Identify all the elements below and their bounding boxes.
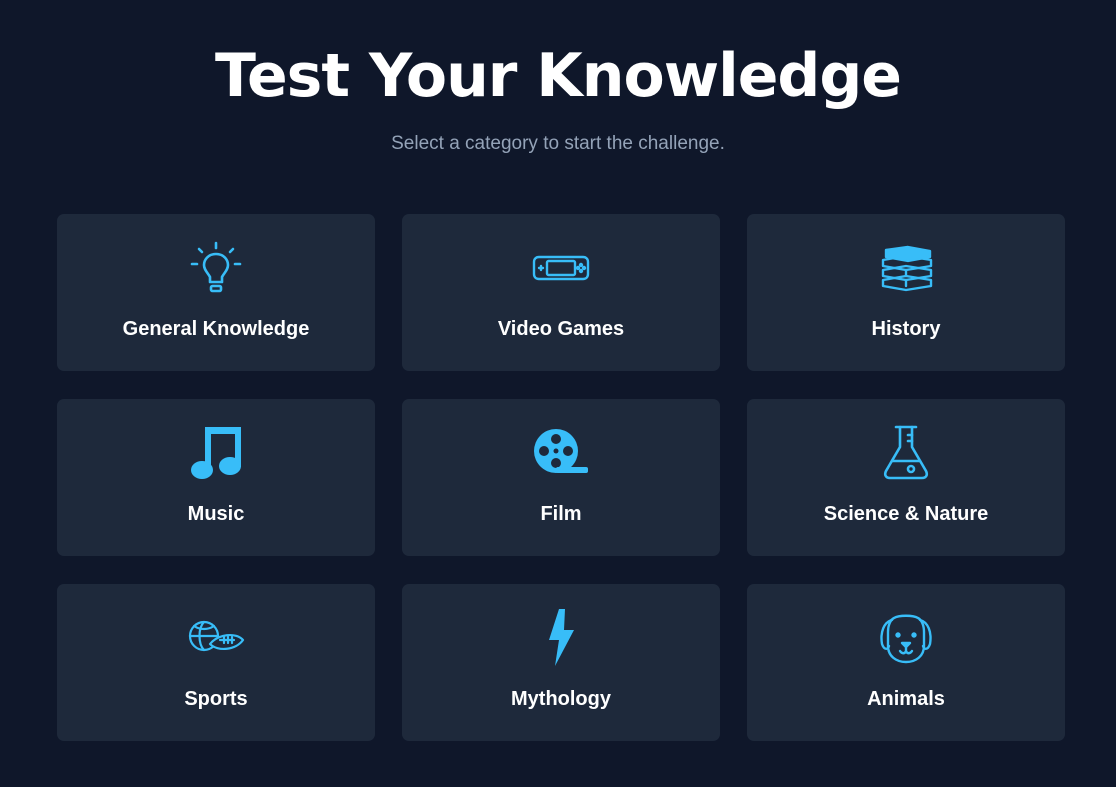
category-card-music[interactable]: Music bbox=[57, 399, 375, 556]
category-grid: General Knowledge Video Games History Mu… bbox=[57, 214, 1065, 741]
page-subtitle: Select a category to start the challenge… bbox=[391, 133, 725, 154]
sports-balls-icon bbox=[57, 610, 375, 666]
category-card-mythology[interactable]: Mythology bbox=[402, 584, 720, 741]
category-label: General Knowledge bbox=[122, 318, 310, 340]
dog-face-icon bbox=[747, 610, 1065, 666]
flask-icon bbox=[747, 425, 1065, 481]
music-note-icon bbox=[57, 425, 375, 481]
page-title: Test Your Knowledge bbox=[215, 41, 902, 111]
category-card-sports[interactable]: Sports bbox=[57, 584, 375, 741]
category-card-general-knowledge[interactable]: General Knowledge bbox=[57, 214, 375, 371]
category-label: Sports bbox=[184, 688, 248, 710]
category-card-science-nature[interactable]: Science & Nature bbox=[747, 399, 1065, 556]
category-label: Music bbox=[187, 503, 245, 525]
category-label: Video Games bbox=[497, 318, 625, 340]
handheld-console-icon bbox=[402, 240, 720, 296]
category-label: History bbox=[871, 318, 941, 340]
lightning-bolt-icon bbox=[402, 609, 720, 666]
book-stack-icon bbox=[747, 240, 1065, 296]
film-reel-icon bbox=[402, 425, 720, 481]
category-card-animals[interactable]: Animals bbox=[747, 584, 1065, 741]
category-card-film[interactable]: Film bbox=[402, 399, 720, 556]
category-label: Mythology bbox=[511, 688, 611, 710]
category-label: Film bbox=[540, 503, 582, 525]
category-card-history[interactable]: History bbox=[747, 214, 1065, 371]
category-card-video-games[interactable]: Video Games bbox=[402, 214, 720, 371]
category-label: Animals bbox=[867, 688, 945, 710]
lightbulb-icon bbox=[57, 240, 375, 296]
category-label: Science & Nature bbox=[823, 503, 989, 525]
